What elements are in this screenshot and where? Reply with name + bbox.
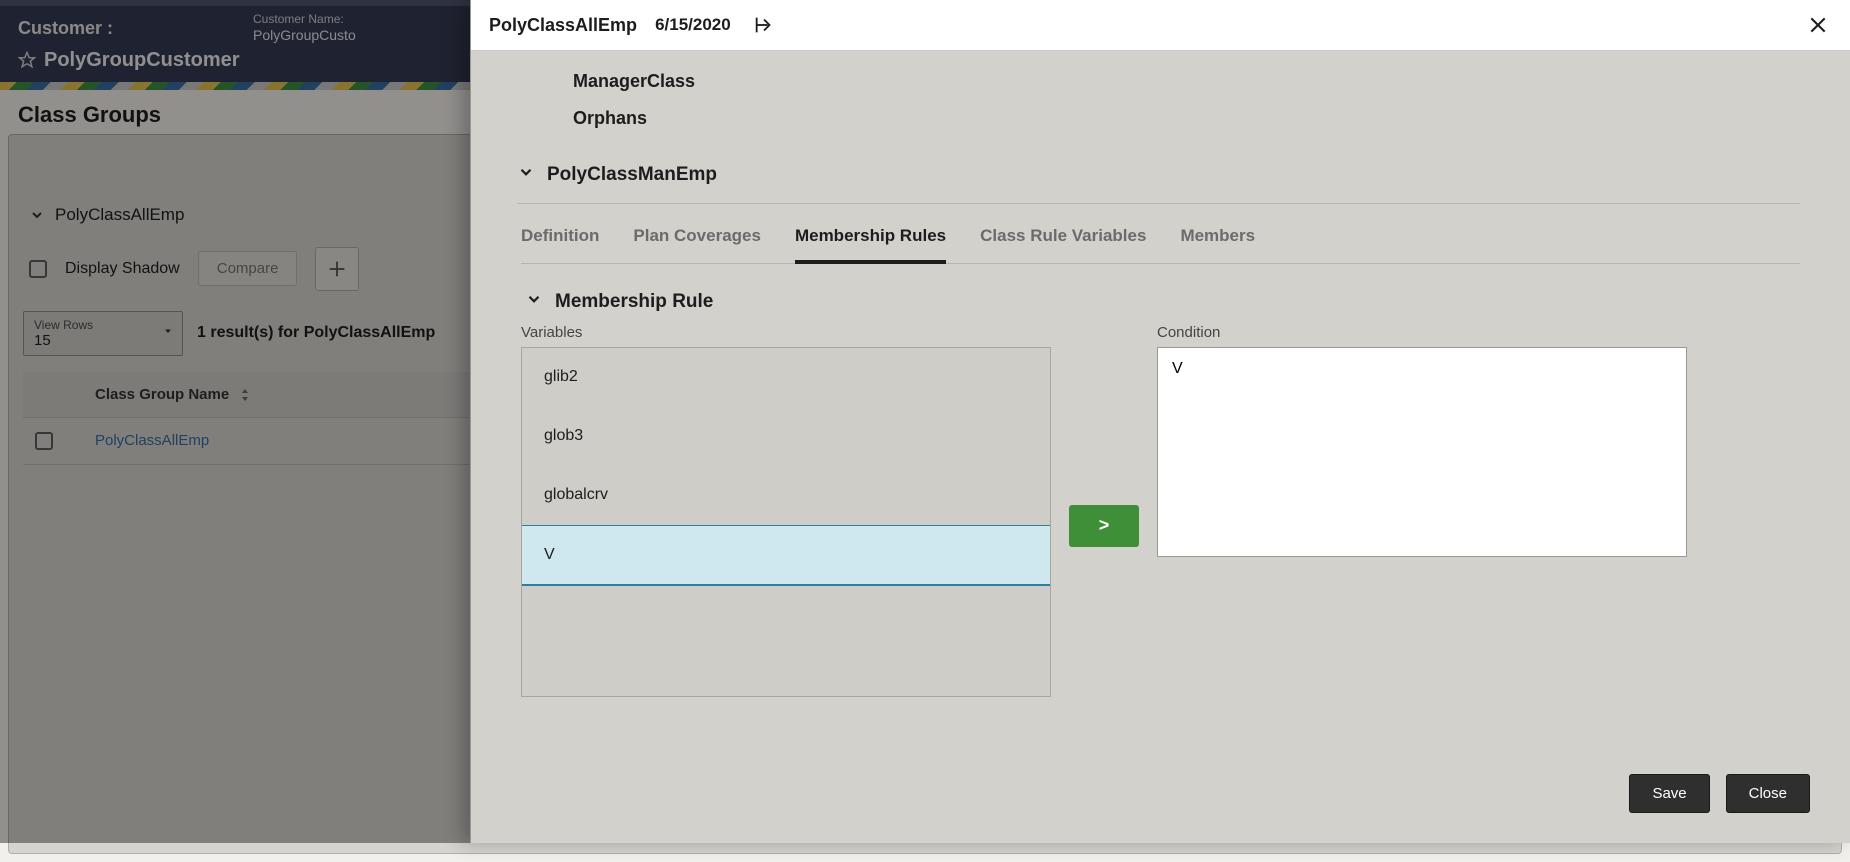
tree-item-managerclass[interactable]: ManagerClass [573,63,1800,100]
condition-box [1157,347,1687,557]
variable-item[interactable]: glob3 [522,407,1050,466]
rule-editor: Variables glib2 glob3 globalcrv V > Cond… [521,324,1800,697]
panel-footer: Save Close [471,768,1850,843]
variables-label: Variables [521,324,1051,341]
close-button[interactable]: Close [1726,774,1810,813]
subsection-title: Membership Rule [555,291,713,313]
panel-body: ManagerClass Orphans PolyClassManEmp Def… [471,51,1850,768]
subsection-header[interactable]: Membership Rule [525,290,1800,314]
tab-membership-rules[interactable]: Membership Rules [795,216,946,264]
panel-date: 6/15/2020 [655,15,731,35]
section-title: PolyClassManEmp [547,164,717,186]
panel-header: PolyClassAllEmp 6/15/2020 [471,0,1850,51]
tree-item-orphans[interactable]: Orphans [573,100,1800,137]
close-icon[interactable] [1804,11,1832,39]
section-header[interactable]: PolyClassManEmp [517,155,1800,204]
variables-list[interactable]: glib2 glob3 globalcrv V [521,347,1051,697]
condition-label: Condition [1157,324,1687,341]
move-column: > [1069,505,1139,547]
tab-definition[interactable]: Definition [521,216,599,263]
branch-icon[interactable] [749,10,779,40]
condition-input[interactable] [1170,358,1674,546]
panel-tree: ManagerClass Orphans [573,63,1800,137]
panel-title: PolyClassAllEmp [489,15,637,36]
detail-panel: PolyClassAllEmp 6/15/2020 ManagerClass O… [470,0,1850,843]
chevron-down-icon [525,290,543,314]
save-button[interactable]: Save [1629,774,1709,813]
chevron-down-icon [517,163,535,187]
tab-class-rule-variables[interactable]: Class Rule Variables [980,216,1146,263]
tab-plan-coverages[interactable]: Plan Coverages [633,216,761,263]
variable-item[interactable]: glib2 [522,348,1050,407]
variable-item-selected[interactable]: V [522,525,1050,586]
tab-members[interactable]: Members [1180,216,1255,263]
move-right-button[interactable]: > [1069,505,1139,547]
variable-item[interactable]: globalcrv [522,466,1050,525]
tabs: Definition Plan Coverages Membership Rul… [521,216,1800,264]
